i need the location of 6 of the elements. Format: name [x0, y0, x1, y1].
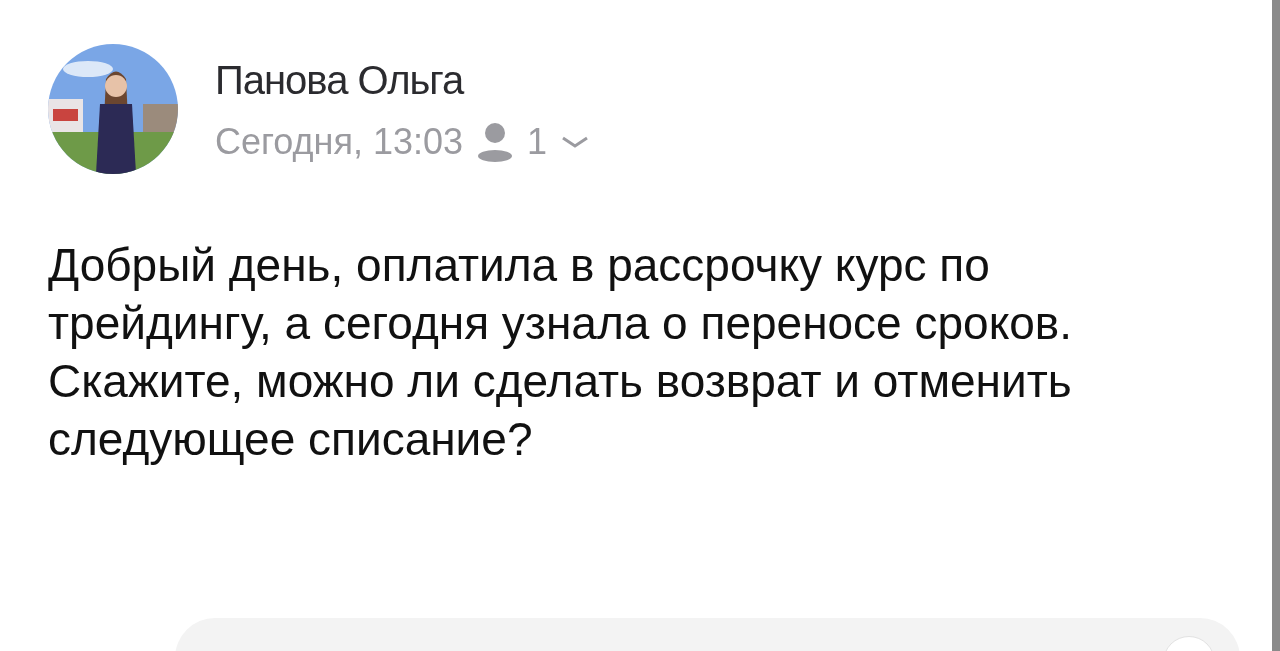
- sender-name: Панова Ольга: [215, 57, 466, 104]
- message-time: Сегодня, 13:03: [215, 122, 464, 162]
- person-icon: [477, 122, 514, 162]
- chevron-icon[interactable]: [561, 135, 590, 149]
- recipient-count[interactable]: 1: [527, 122, 548, 162]
- message-text: Добрый день, оплатила в рассрочку курс по трейдингу, а сегодня узнала о переносе сроков. Скажите, можно ли сделать возврат и отменить следующее списание?: [47, 238, 1074, 467]
